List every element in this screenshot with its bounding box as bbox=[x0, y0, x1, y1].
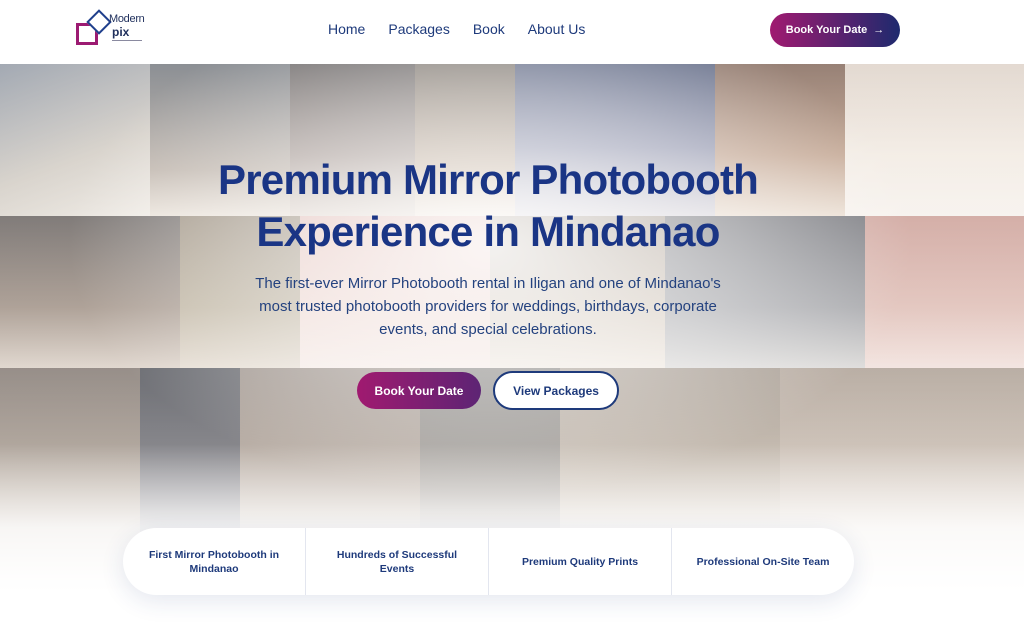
view-packages-label: View Packages bbox=[513, 383, 599, 398]
feature-item: Professional On-Site Team bbox=[696, 555, 830, 568]
brand-logo[interactable]: Modern pix bbox=[76, 9, 148, 51]
feature-item: Hundreds of Successful Events bbox=[306, 528, 489, 595]
site-header: Modern pix Home Packages Book About Us B… bbox=[0, 0, 1024, 64]
hero-title: Premium Mirror Photobooth Experience in … bbox=[160, 154, 816, 258]
nav-item-packages[interactable]: Packages bbox=[388, 21, 449, 37]
book-your-date-label: Book Your Date bbox=[374, 383, 464, 398]
nav-item-home[interactable]: Home bbox=[328, 21, 365, 37]
hero-subtitle: The first-ever Mirror Photobooth rental … bbox=[255, 275, 721, 338]
feature-item: First Mirror Photobooth in Mindanao bbox=[123, 528, 306, 595]
nav-item-about-us[interactable]: About Us bbox=[528, 21, 586, 37]
logo-text-pix: pix bbox=[112, 25, 130, 39]
arrow-right-icon: → bbox=[873, 24, 885, 36]
hero-title-line-1: Premium Mirror Photobooth bbox=[218, 156, 759, 203]
feature-item: Premium Quality Prints bbox=[489, 528, 672, 595]
book-your-date-button[interactable]: Book Your Date bbox=[357, 372, 481, 409]
header-button-label: Book Your Date bbox=[785, 24, 868, 36]
hero-title-line-2: Experience in Mindanao bbox=[256, 208, 720, 255]
features-bar: First Mirror Photobooth in Mindanao Hund… bbox=[123, 528, 854, 595]
view-packages-button[interactable]: View Packages bbox=[493, 371, 619, 410]
nav-item-book[interactable]: Book bbox=[473, 21, 505, 37]
book-your-date-header-button[interactable]: Book Your Date → bbox=[770, 13, 900, 47]
logo-text-modern: Modern bbox=[109, 13, 145, 25]
main-nav: Home Packages Book About Us bbox=[328, 21, 585, 37]
logo-tagline-line bbox=[112, 40, 142, 41]
